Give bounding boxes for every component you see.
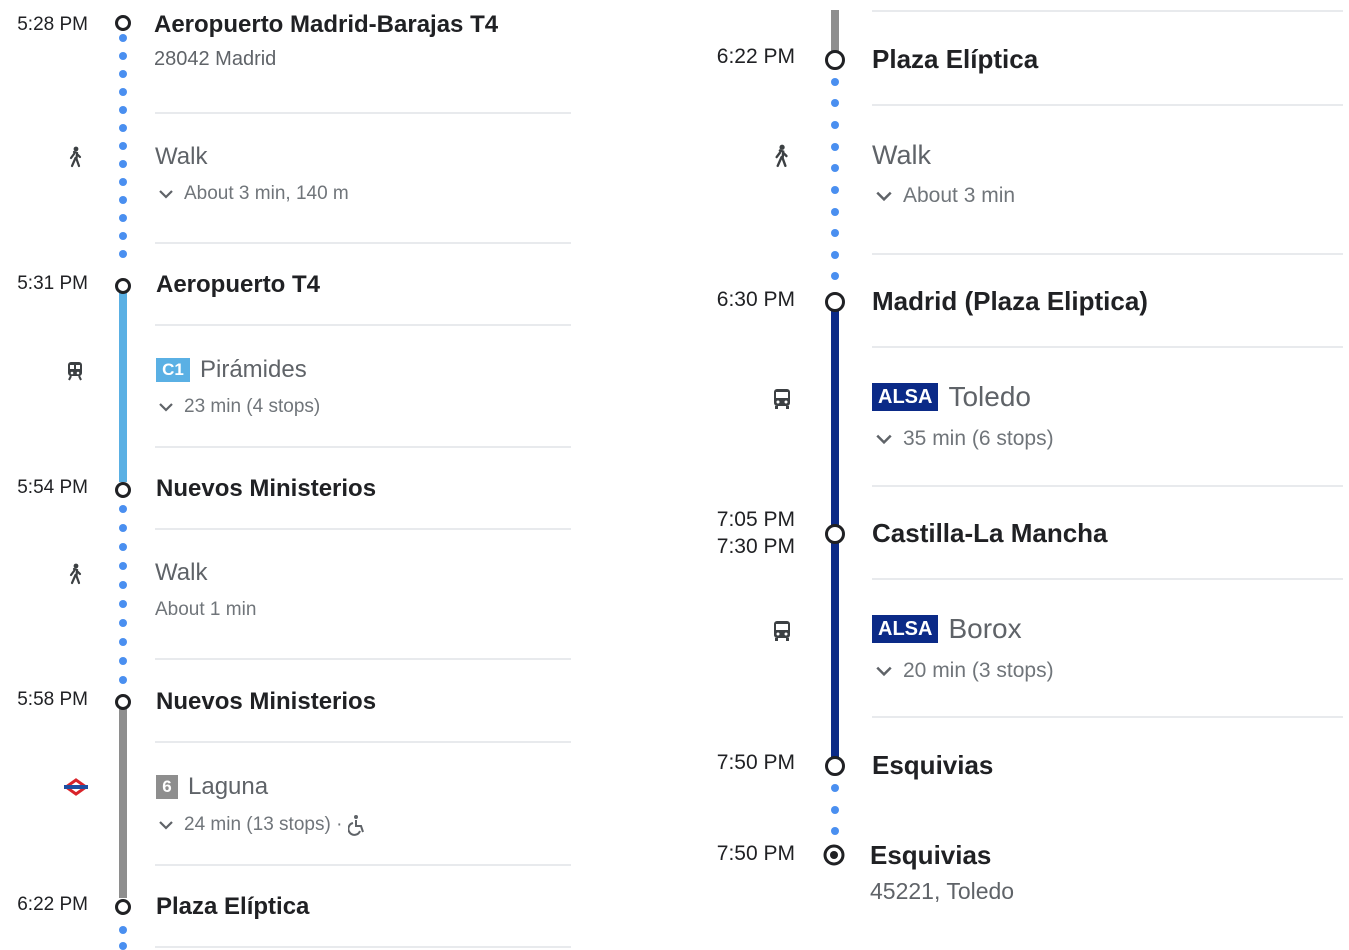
walk-detail: About 3 min	[903, 184, 1016, 207]
stop-circle-icon	[115, 278, 131, 294]
walk-label: Walk	[155, 143, 208, 170]
walk-details-toggle[interactable]: About 3 min, 140 m	[158, 181, 349, 207]
route-details-toggle[interactable]: 35 min (6 stops)	[875, 426, 1054, 452]
walk-icon	[771, 144, 791, 168]
walk-icon	[65, 563, 85, 585]
divider	[155, 946, 571, 948]
stop-name[interactable]: Madrid (Plaza Eliptica)	[872, 286, 1148, 316]
walk-label: Walk	[872, 140, 931, 170]
divider	[872, 346, 1343, 348]
walk-dot-continue	[119, 926, 127, 934]
wheelchair-icon	[348, 815, 365, 836]
c1-route-line	[119, 292, 127, 482]
divider	[872, 104, 1343, 106]
stop-circle-icon	[825, 50, 845, 70]
route-alsa-borox[interactable]: ALSA Borox	[872, 614, 1022, 644]
divider	[155, 658, 571, 660]
stop-time: 5:28 PM	[17, 14, 88, 35]
stop-name[interactable]: Aeropuerto Madrid-Barajas T4	[154, 10, 498, 40]
route-detail: 20 min (3 stops)	[903, 659, 1054, 682]
metro-route-line	[831, 10, 839, 52]
stop-address: 45221, Toledo	[870, 878, 1015, 904]
divider	[872, 578, 1343, 580]
route-destination: Laguna	[188, 773, 269, 800]
stop-circle-icon	[825, 524, 845, 544]
walk-details-toggle[interactable]: About 3 min	[875, 183, 1015, 209]
chevron-down-icon	[876, 434, 892, 445]
metro-route-line	[119, 708, 127, 898]
stop-address: 28042 Madrid	[154, 48, 277, 70]
stop-time-depart: 7:30 PM	[716, 535, 795, 558]
stop-time: 6:30 PM	[716, 288, 795, 311]
destination-target-icon	[823, 844, 845, 866]
stop-time: 5:31 PM	[17, 273, 88, 294]
walk-icon	[65, 146, 85, 168]
stop-name[interactable]: Nuevos Ministerios	[156, 687, 376, 717]
route-alsa-toledo[interactable]: ALSA Toledo	[872, 382, 1031, 412]
divider	[155, 446, 571, 448]
divider	[872, 716, 1343, 718]
stop-name[interactable]: Plaza Elíptica	[872, 44, 1038, 74]
stop-name[interactable]: Esquivias	[870, 840, 991, 870]
route-details-toggle[interactable]: 20 min (3 stops)	[875, 658, 1054, 684]
route-details-toggle[interactable]: 23 min (4 stops)	[158, 394, 320, 420]
route-details-toggle[interactable]: 24 min (13 stops) ·	[158, 812, 366, 838]
stop-name[interactable]: Esquivias	[872, 750, 993, 780]
chevron-down-icon	[159, 821, 173, 830]
metro-icon	[63, 777, 89, 797]
stop-time: 6:22 PM	[17, 894, 88, 915]
alsa-badge: ALSA	[872, 383, 939, 411]
stop-circle-icon	[115, 694, 131, 710]
route-c1[interactable]: C1 Pirámides	[156, 355, 307, 385]
chevron-down-icon	[159, 190, 173, 199]
route-detail: 23 min (4 stops)	[184, 396, 321, 417]
c1-badge: C1	[156, 358, 190, 382]
route-detail: 24 min (13 stops) ·	[184, 814, 343, 835]
route-destination: Toledo	[948, 381, 1031, 412]
stop-name[interactable]: Castilla-La Mancha	[872, 518, 1108, 548]
stop-time: 5:58 PM	[17, 689, 88, 710]
walk-detail: About 1 min	[155, 599, 257, 620]
divider	[155, 324, 571, 326]
stop-circle-icon	[825, 292, 845, 312]
chevron-down-icon	[876, 191, 892, 202]
stop-time: 7:50 PM	[716, 842, 795, 865]
divider	[155, 741, 571, 743]
stop-circle-icon	[115, 899, 131, 915]
walk-label: Walk	[155, 559, 208, 586]
chevron-down-icon	[159, 403, 173, 412]
train-icon	[65, 360, 85, 382]
divider	[155, 528, 571, 530]
stop-time: 7:50 PM	[716, 751, 795, 774]
divider	[155, 864, 571, 866]
route-detail: 35 min (6 stops)	[903, 427, 1054, 450]
route-destination: Borox	[948, 613, 1022, 644]
stop-name[interactable]: Nuevos Ministerios	[156, 474, 376, 504]
stop-circle-icon	[115, 15, 131, 31]
route-metro-6[interactable]: 6 Laguna	[156, 772, 268, 802]
chevron-down-icon	[876, 666, 892, 677]
stop-time-arrive: 7:05 PM	[716, 508, 795, 531]
alsa-badge: ALSA	[872, 615, 939, 643]
stop-name[interactable]: Plaza Elíptica	[156, 892, 309, 922]
divider	[872, 10, 1343, 12]
stop-time: 6:22 PM	[716, 45, 795, 68]
bus-icon	[771, 387, 793, 411]
walk-detail: About 3 min, 140 m	[184, 183, 349, 204]
stop-time: 5:54 PM	[17, 477, 88, 498]
metro-line-badge: 6	[156, 775, 178, 799]
divider	[155, 112, 571, 114]
stop-circle-icon	[825, 756, 845, 776]
bus-icon	[771, 619, 793, 643]
stop-circle-icon	[115, 482, 131, 498]
stop-name[interactable]: Aeropuerto T4	[156, 270, 320, 300]
divider	[872, 253, 1343, 255]
divider	[155, 242, 571, 244]
divider	[872, 485, 1343, 487]
route-destination: Pirámides	[200, 356, 307, 383]
